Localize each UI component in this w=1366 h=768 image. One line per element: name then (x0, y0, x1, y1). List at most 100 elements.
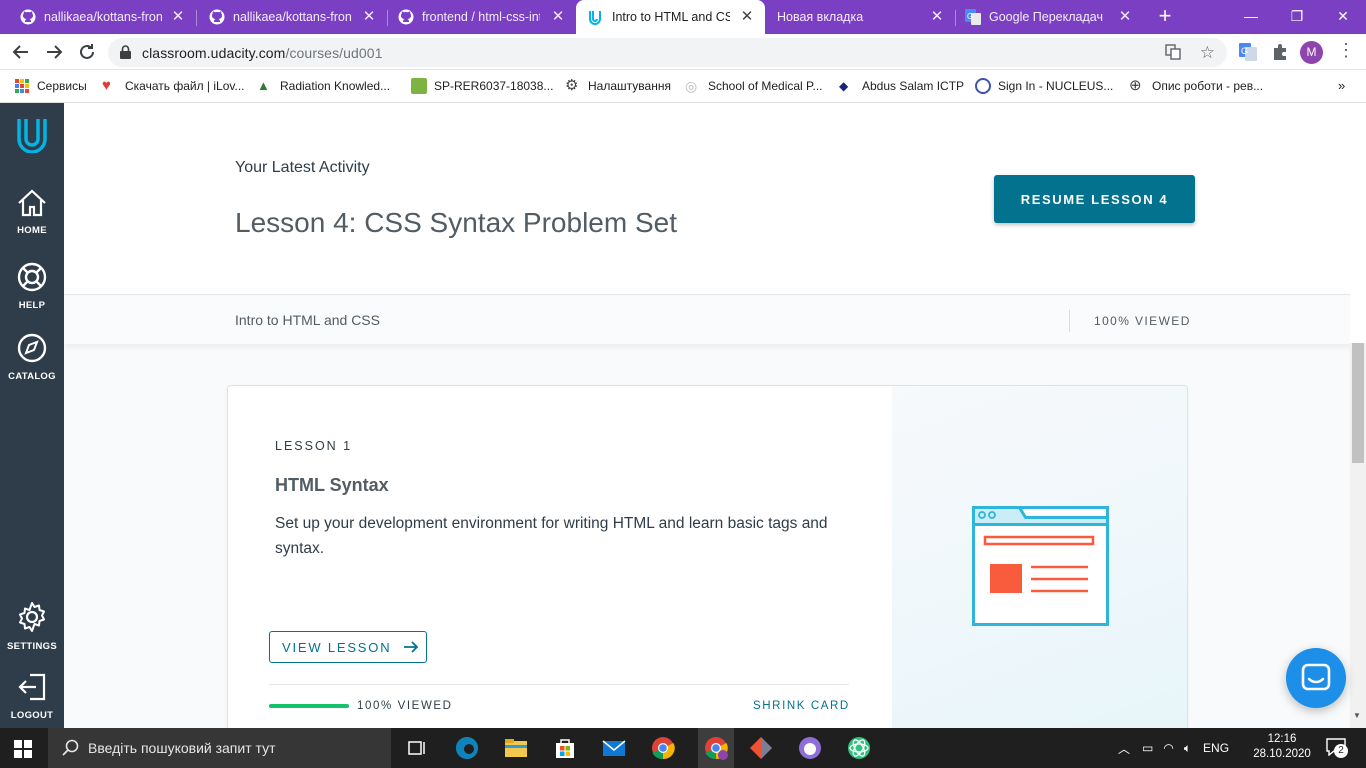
chat-launcher-button[interactable] (1286, 648, 1346, 708)
shrink-card-button[interactable]: SHRINK CARD (753, 700, 850, 712)
address-bar[interactable]: classroom.udacity.com/courses/ud001 ☆ (108, 38, 1227, 67)
course-name: Intro to HTML and CSS (235, 312, 380, 328)
sidebar-item-settings[interactable]: SETTINGS (0, 601, 64, 652)
browser-window-illustration (972, 506, 1109, 626)
lesson-title: HTML Syntax (275, 475, 389, 495)
notifications-icon[interactable]: 2 (1326, 738, 1348, 758)
bookmarks-bar: Сервисы ♥ Скачать файл | iLov... ▲ Radiati… (0, 70, 1366, 103)
chevron-up-icon[interactable]: ︿ (1118, 740, 1130, 757)
heart-icon: ♥ (102, 77, 111, 94)
bookmark-item[interactable]: ⚙ Налаштування (565, 78, 671, 94)
apps-icon (14, 78, 30, 94)
tab-5[interactable]: Новая вкладка ✕ (765, 0, 955, 34)
udacity-logo[interactable] (0, 115, 64, 158)
close-tab-icon[interactable]: ✕ (550, 9, 566, 25)
system-clock[interactable]: 12:16 28.10.2020 (1252, 732, 1312, 762)
course-progress-bar: Intro to HTML and CSS 100% VIEWED (64, 296, 1350, 344)
view-lesson-button[interactable]: VIEW LESSON (269, 631, 427, 663)
tab-1[interactable]: nallikaea/kottans-frontend ✕ (8, 0, 196, 34)
atom-icon[interactable] (845, 734, 873, 762)
bookmarks-overflow-icon[interactable]: » (1338, 78, 1345, 93)
close-tab-icon[interactable]: ✕ (170, 9, 186, 25)
page-scrollbar[interactable]: ▼ (1350, 343, 1366, 728)
compass-icon (17, 333, 47, 363)
close-tab-icon[interactable]: ✕ (739, 9, 755, 25)
more-menu-icon[interactable]: ⋮ (1337, 40, 1355, 61)
tab-3[interactable]: frontend / html-css-intro ✕ (386, 0, 576, 34)
edge-icon[interactable] (453, 734, 481, 762)
image-icon (411, 78, 427, 94)
language-indicator[interactable]: ENG (1203, 741, 1229, 755)
bookmark-item[interactable]: ♥ Скачать файл | iLov... (102, 78, 245, 94)
close-tab-icon[interactable]: ✕ (929, 9, 945, 25)
wifi-icon[interactable]: ◠ (1163, 741, 1173, 755)
tab-title: Google Перекладач (989, 10, 1103, 24)
bookmark-item[interactable]: SP-RER6037-18038... (411, 78, 553, 94)
bookmark-item[interactable]: ⊕ Опис роботи - рев... (1129, 78, 1263, 94)
task-view-icon[interactable] (403, 734, 431, 762)
lesson-progress-fill (269, 704, 349, 708)
google-translate-extension-icon[interactable]: G (1239, 43, 1257, 66)
tab-2[interactable]: nallikaea/kottans-frontend ✕ (197, 0, 387, 34)
gear-icon: ⚙ (565, 77, 579, 94)
taskbar-search-box[interactable]: Введіть пошуковий запит тут (48, 728, 391, 768)
extensions-puzzle-icon[interactable] (1271, 43, 1289, 66)
bookmark-star-icon[interactable]: ☆ (1200, 43, 1215, 63)
iaea-icon (975, 78, 991, 94)
bookmark-item[interactable]: ▲ Radiation Knowled... (257, 78, 390, 94)
forward-arrow-icon[interactable] (42, 40, 66, 64)
tab-active-intro-html-css[interactable]: Intro to HTML and CSS ✕ (576, 0, 765, 34)
tab-6[interactable]: G Google Перекладач ✕ (953, 0, 1143, 34)
new-tab-button[interactable]: + (1153, 5, 1177, 29)
lock-icon (120, 45, 131, 59)
close-window-button[interactable]: ✕ (1320, 0, 1366, 34)
battery-icon[interactable]: ▭ (1142, 741, 1153, 755)
radiation-icon: ▲ (257, 78, 270, 93)
divider (269, 684, 849, 685)
chat-icon (1301, 663, 1331, 691)
tab-title: nallikaea/kottans-frontend (233, 10, 351, 24)
view-lesson-label: VIEW LESSON (282, 639, 392, 655)
profile-avatar[interactable]: M (1300, 41, 1323, 64)
windows-taskbar: Введіть пошуковий запит тут ︿ ▭ ◠ 🔈︎ ENG… (0, 728, 1366, 768)
lesson-number: LESSON 1 (275, 439, 353, 453)
mail-icon[interactable] (600, 734, 628, 762)
tab-strip: nallikaea/kottans-frontend ✕ nallikaea/k… (0, 0, 1366, 34)
udacity-sidebar: HOME HELP CATALOG SETTINGS LOGOUT (0, 103, 64, 728)
translate-page-icon[interactable] (1165, 44, 1181, 65)
sidebar-item-home[interactable]: HOME (0, 189, 64, 236)
scroll-down-icon[interactable]: ▼ (1353, 711, 1361, 720)
maximize-button[interactable]: ❐ (1274, 0, 1320, 34)
windows-start-icon[interactable] (14, 740, 32, 763)
file-explorer-icon[interactable] (502, 734, 530, 762)
latest-activity-header: Your Latest Activity Lesson 4: CSS Synta… (64, 103, 1350, 295)
arrow-right-icon (404, 641, 419, 653)
lifebuoy-icon (17, 262, 47, 292)
chrome-profile-active-icon[interactable] (698, 728, 734, 768)
tab-title: frontend / html-css-intro (422, 10, 540, 24)
scrollbar-thumb[interactable] (1352, 343, 1364, 463)
github-desktop-icon[interactable] (796, 734, 824, 762)
page-title: Lesson 4: CSS Syntax Problem Set (235, 207, 677, 238)
bookmark-item[interactable]: Sign In - NUCLEUS... (975, 78, 1113, 94)
sidebar-item-catalog[interactable]: CATALOG (0, 333, 64, 382)
back-arrow-icon[interactable] (9, 40, 33, 64)
chrome-icon[interactable] (649, 734, 677, 762)
git-icon[interactable] (747, 734, 775, 762)
github-icon (209, 9, 225, 25)
volume-icon[interactable]: 🔈︎ (1184, 741, 1191, 756)
lesson-card-illustration-panel (892, 386, 1187, 728)
close-tab-icon[interactable]: ✕ (1117, 9, 1133, 25)
reload-icon[interactable] (75, 40, 99, 64)
bookmark-item[interactable]: ◆ Abdus Salam ICTP (839, 78, 964, 94)
sidebar-item-help[interactable]: HELP (0, 262, 64, 311)
store-icon[interactable] (551, 734, 579, 762)
tray-icons[interactable]: ︿ ▭ ◠ 🔈︎ ENG (1118, 728, 1229, 768)
minimize-button[interactable]: — (1228, 0, 1274, 34)
main-content: Your Latest Activity Lesson 4: CSS Synta… (64, 103, 1350, 728)
resume-lesson-button[interactable]: RESUME LESSON 4 (994, 175, 1195, 223)
close-tab-icon[interactable]: ✕ (361, 9, 377, 25)
bookmark-item[interactable]: ◎ School of Medical P... (685, 78, 823, 94)
bookmark-item[interactable]: Сервисы (14, 78, 87, 94)
sidebar-item-logout[interactable]: LOGOUT (0, 672, 64, 721)
